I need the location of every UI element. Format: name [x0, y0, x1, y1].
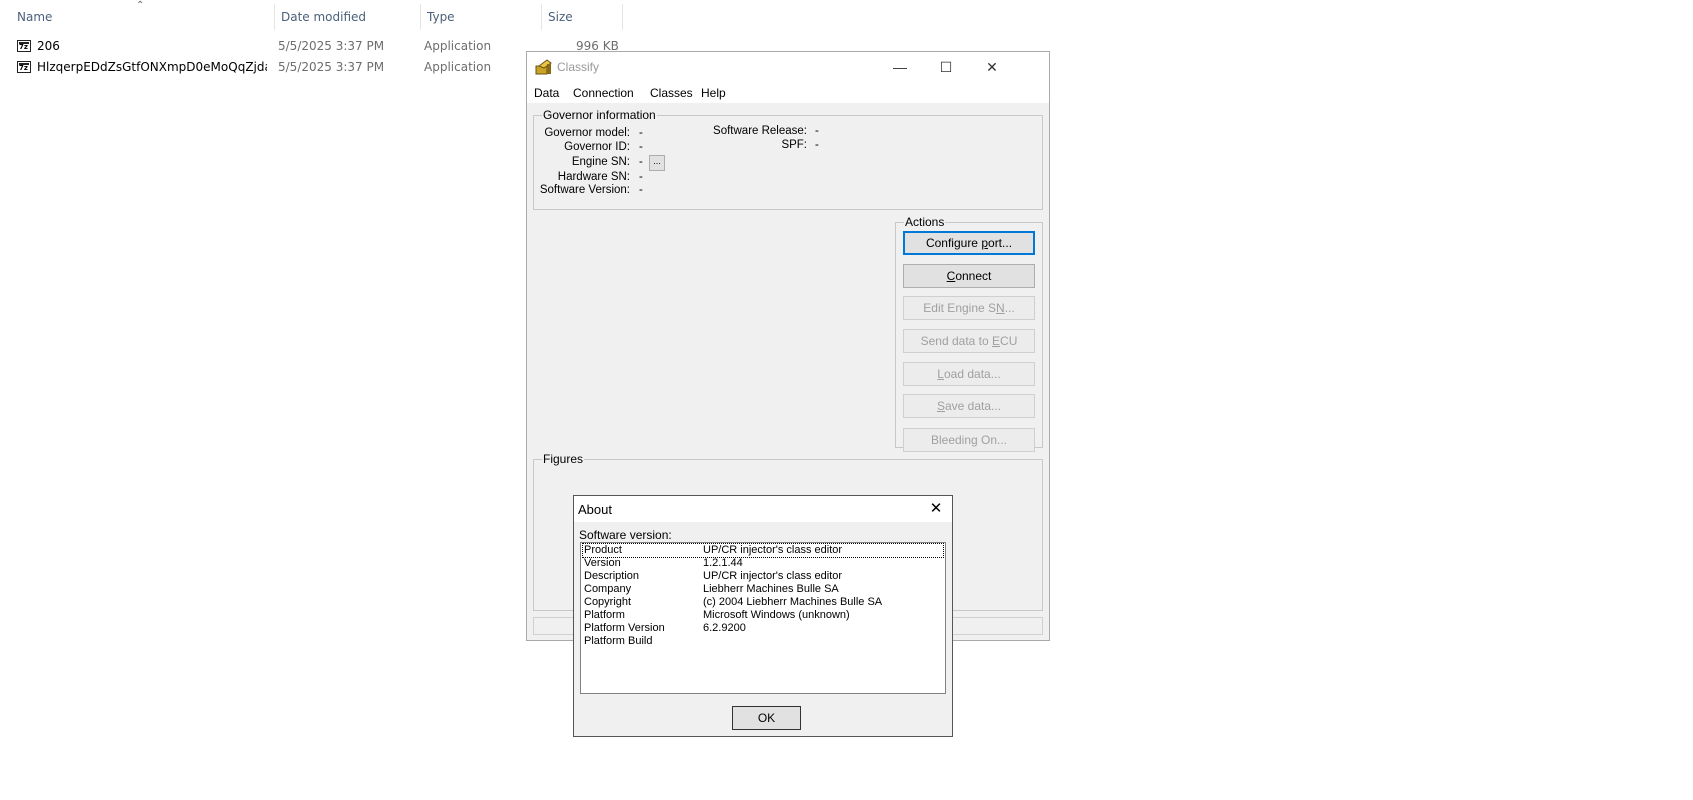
engine-sn-value: -: [639, 156, 643, 168]
save-data-button[interactable]: Save data...: [903, 394, 1035, 418]
column-separator[interactable]: [541, 4, 542, 30]
software-version-value: -: [639, 184, 643, 196]
about-title: About: [578, 502, 612, 517]
column-header-date[interactable]: Date modified: [281, 0, 366, 34]
actions-label: Actions: [904, 215, 946, 229]
maximize-button[interactable]: ☐: [923, 52, 969, 83]
configure-port-button[interactable]: Configure port...: [903, 231, 1035, 255]
list-item[interactable]: Description UP/CR injector's class editor: [583, 570, 943, 583]
list-item[interactable]: Platform Microsoft Windows (unknown): [583, 609, 943, 622]
spf-value: -: [815, 139, 819, 151]
spf-label: SPF:: [781, 139, 807, 151]
7z-archive-icon: [17, 61, 31, 73]
bleeding-on-button[interactable]: Bleeding On...: [903, 428, 1035, 452]
title-bar[interactable]: Classify — ☐ ✕: [527, 52, 1049, 83]
figures-label: Figures: [542, 452, 585, 466]
minimize-button[interactable]: —: [877, 52, 923, 83]
engine-sn-browse-button[interactable]: ...: [649, 155, 665, 171]
menu-classes[interactable]: Classes: [650, 86, 693, 100]
software-release-value: -: [815, 125, 819, 137]
hardware-sn-value: -: [639, 171, 643, 183]
governor-id-value: -: [639, 141, 643, 153]
list-item[interactable]: Company Liebherr Machines Bulle SA: [583, 583, 943, 596]
edit-engine-sn-button[interactable]: Edit Engine SN...: [903, 296, 1035, 320]
about-dialog: About ✕ Software version: Product UP/CR i…: [573, 495, 953, 737]
governor-id-label: Governor ID:: [564, 141, 630, 153]
file-date: 5/5/2025 3:37 PM: [278, 39, 385, 53]
software-version-label: Software Version:: [539, 184, 630, 196]
engine-sn-label: Engine SN:: [571, 156, 630, 168]
caret-up-icon: ⌃: [136, 0, 145, 11]
version-info-list[interactable]: Product UP/CR injector's class editor Ver…: [580, 542, 946, 694]
window-title: Classify: [557, 60, 600, 74]
file-date: 5/5/2025 3:37 PM: [278, 60, 385, 74]
about-title-bar[interactable]: About ✕: [574, 496, 952, 522]
send-data-to-ecu-button[interactable]: Send data to ECU: [903, 329, 1035, 353]
connect-button[interactable]: Connect: [903, 264, 1035, 288]
hardware-sn-label: Hardware SN:: [557, 171, 630, 183]
close-icon[interactable]: ✕: [926, 499, 946, 519]
column-header-type[interactable]: Type: [427, 0, 455, 34]
7z-archive-icon: [17, 40, 31, 52]
governor-info-label: Governor information: [542, 108, 657, 122]
software-release-label: Software Release:: [713, 125, 807, 137]
column-separator[interactable]: [274, 4, 275, 30]
menu-bar: Data Connection Classes Help: [527, 83, 1049, 103]
software-version-heading: Software version:: [579, 528, 672, 542]
file-type: Application: [424, 60, 492, 74]
close-button[interactable]: ✕: [969, 52, 1015, 83]
governor-model-label: Governor model:: [544, 127, 630, 139]
load-data-button[interactable]: Load data...: [903, 362, 1035, 386]
file-name: 206: [37, 39, 60, 53]
file-name: HlzqerpEDdZsGtfONXmpD0eMoQqZjda0...: [37, 60, 267, 74]
list-item[interactable]: Platform Version 6.2.9200: [583, 622, 943, 635]
column-header-size[interactable]: Size: [548, 0, 573, 34]
column-separator[interactable]: [420, 4, 421, 30]
classify-app-icon: [535, 59, 552, 75]
list-item[interactable]: Platform Build: [583, 635, 943, 648]
menu-help[interactable]: Help: [701, 86, 726, 100]
list-item[interactable]: Product UP/CR injector's class editor: [582, 543, 944, 558]
ok-button[interactable]: OK: [732, 706, 801, 730]
menu-data[interactable]: Data: [534, 86, 559, 100]
governor-model-value: -: [639, 127, 643, 139]
list-item[interactable]: Copyright (c) 2004 Liebherr Machines Bull…: [583, 596, 943, 609]
column-header-name[interactable]: Name: [17, 0, 52, 34]
file-type: Application: [424, 39, 492, 53]
menu-connection[interactable]: Connection: [573, 86, 634, 100]
list-item[interactable]: Version 1.2.1.44: [583, 557, 943, 570]
column-separator[interactable]: [622, 4, 623, 30]
governor-info-group: Governor information Governor model: - G…: [533, 108, 1043, 210]
